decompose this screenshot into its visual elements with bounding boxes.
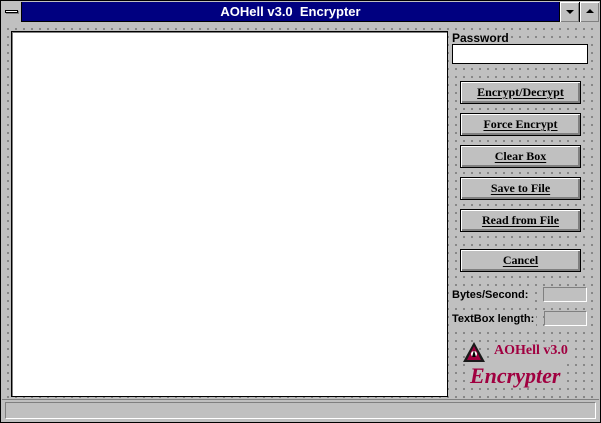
window-title: AOHell v3.0 Encrypter [220, 4, 361, 19]
status-bar [2, 399, 599, 422]
read-from-file-button[interactable]: Read from File [460, 209, 581, 232]
save-to-file-label: Save to File [490, 181, 551, 195]
client-area: Password Encrypt/Decrypt Force Encrypt C… [2, 23, 599, 399]
encrypt-decrypt-button[interactable]: Encrypt/Decrypt [460, 81, 581, 104]
force-encrypt-label: Force Encrypt [483, 117, 558, 131]
aohell-logo: AOHell v3.0 Encrypter [462, 341, 592, 391]
save-to-file-button[interactable]: Save to File [460, 177, 581, 200]
minimize-arrow-icon [566, 10, 574, 14]
logo-name: AOHell v3.0 [492, 343, 570, 359]
textbox-length-label: TextBox length: [452, 312, 537, 326]
title-bar[interactable]: AOHell v3.0 Encrypter [2, 2, 599, 22]
password-input[interactable] [452, 44, 588, 64]
clear-box-label: Clear Box [494, 149, 547, 163]
maximize-button[interactable] [579, 2, 599, 22]
force-encrypt-button[interactable]: Force Encrypt [460, 113, 581, 136]
status-text [5, 402, 596, 419]
encrypter-window: AOHell v3.0 Encrypter Password Encrypt/D… [0, 0, 601, 423]
clear-box-button[interactable]: Clear Box [460, 145, 581, 168]
bytes-per-second-label: Bytes/Second: [452, 288, 531, 302]
logo-subtitle: Encrypter [468, 363, 563, 388]
minimize-button[interactable] [559, 2, 579, 22]
encrypt-text-area[interactable] [11, 31, 448, 397]
password-label: Password [452, 31, 511, 45]
maximize-arrow-icon [586, 9, 594, 13]
encrypt-decrypt-label: Encrypt/Decrypt [477, 85, 564, 99]
bytes-per-second-value [543, 287, 587, 302]
cancel-button[interactable]: Cancel [460, 249, 581, 272]
cancel-label: Cancel [502, 253, 539, 267]
read-from-file-label: Read from File [481, 213, 560, 227]
system-menu-icon [5, 10, 18, 13]
textbox-length-value [544, 311, 587, 326]
aohell-triangle-logo-icon [463, 342, 485, 362]
system-menu-button[interactable] [2, 2, 22, 22]
